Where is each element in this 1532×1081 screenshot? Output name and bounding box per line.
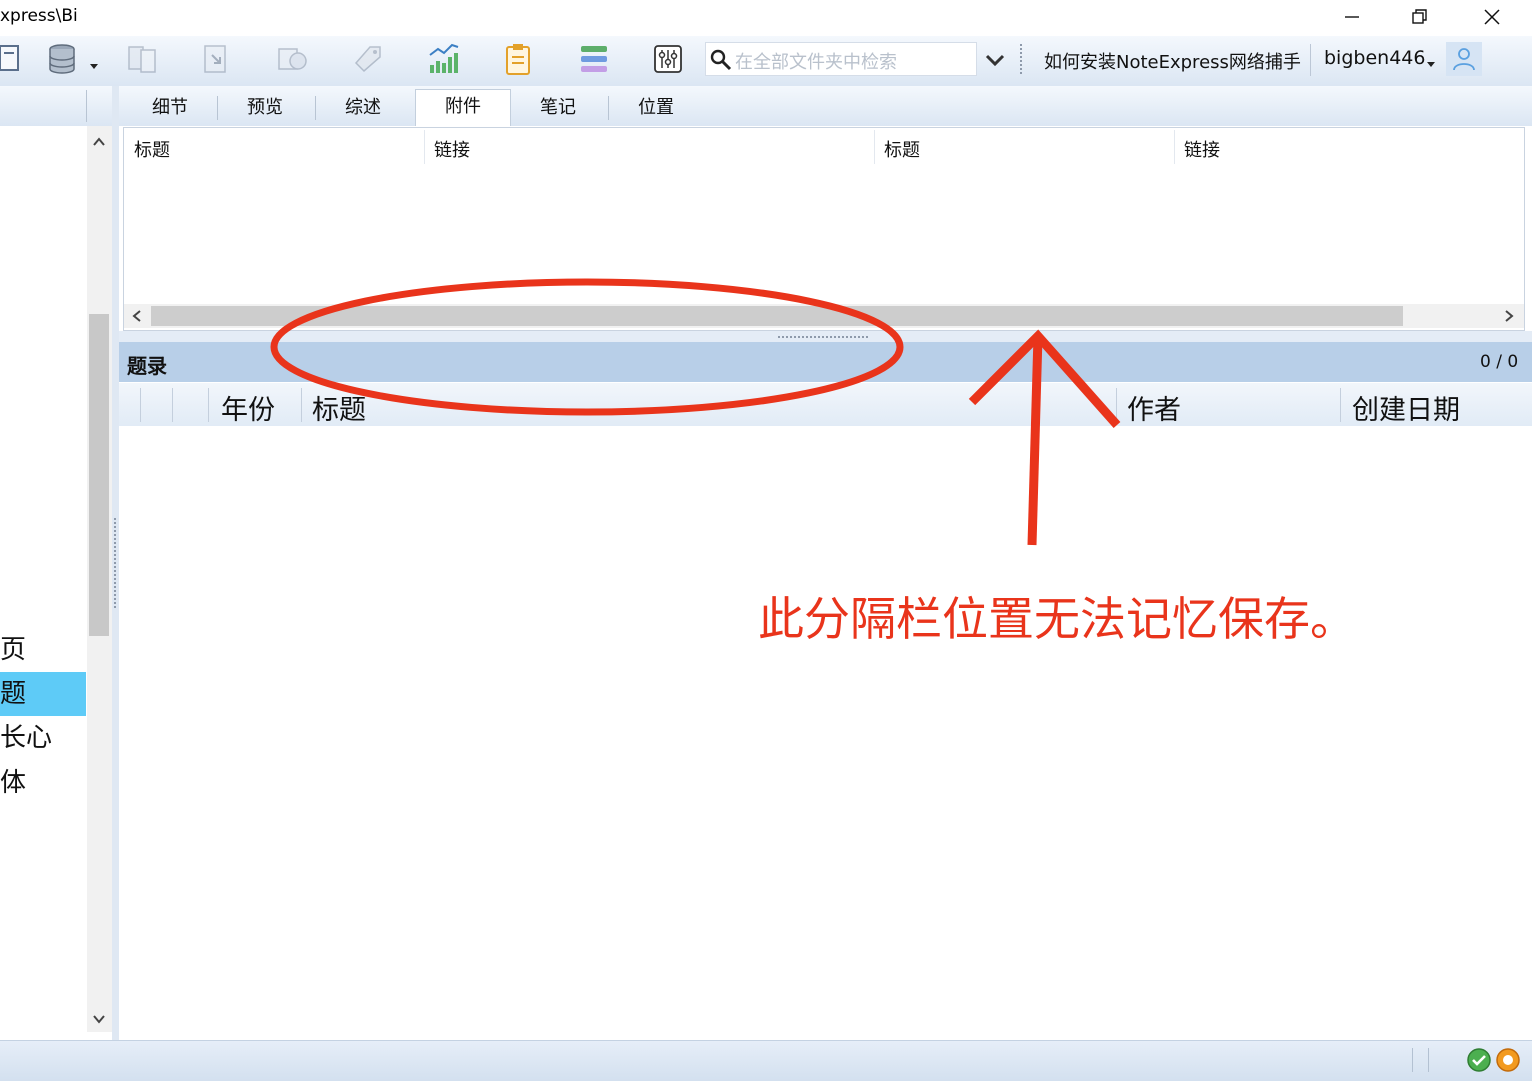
scroll-left-button[interactable] <box>129 308 145 328</box>
tab-separator <box>608 96 609 120</box>
search-icon <box>709 48 733 76</box>
layers-icon <box>581 46 607 72</box>
tab-preview[interactable]: 预览 <box>219 92 311 124</box>
column-separator[interactable] <box>1340 388 1341 422</box>
tab-separator <box>315 96 316 120</box>
column-header-year[interactable]: 年份 <box>221 388 275 427</box>
sync-ok-icon[interactable] <box>1466 1047 1492 1077</box>
attachment-grid[interactable] <box>123 127 1525 331</box>
search-dropdown[interactable] <box>983 48 1007 76</box>
toolbar-separator <box>1310 44 1311 76</box>
layers-button[interactable] <box>574 40 614 78</box>
column-separator[interactable] <box>208 388 209 422</box>
export-icon <box>204 45 226 73</box>
chevron-down-icon <box>985 54 1005 67</box>
chevron-left-icon <box>132 310 141 322</box>
tag-icon <box>354 46 381 73</box>
column-header-link[interactable]: 链接 <box>434 136 470 162</box>
database-button[interactable] <box>42 40 82 78</box>
clipboard-icon <box>506 44 530 75</box>
column-separator[interactable] <box>424 130 425 164</box>
document-button[interactable] <box>0 40 26 78</box>
chevron-right-icon <box>1505 310 1514 322</box>
clipboard-button[interactable] <box>498 40 538 78</box>
tab-notes[interactable]: 笔记 <box>512 92 604 124</box>
export-button[interactable] <box>196 40 236 78</box>
restore-button[interactable] <box>1390 0 1450 34</box>
help-link[interactable]: 如何安装NoteExpress网络捕手 <box>1044 48 1301 74</box>
column-header-author[interactable]: 作者 <box>1127 388 1181 427</box>
scroll-up-button[interactable] <box>91 134 107 154</box>
chevron-up-icon <box>93 137 105 146</box>
user-avatar-button[interactable] <box>1446 42 1482 76</box>
title-bar <box>0 0 1532 36</box>
convert-icon <box>278 48 307 70</box>
user-icon <box>1453 48 1475 71</box>
tree-item-selected[interactable]: 题 <box>0 672 86 716</box>
splitter-grip <box>778 336 868 338</box>
records-title: 题录 <box>127 354 167 378</box>
chevron-down-icon <box>93 1015 105 1024</box>
tab-separator <box>217 96 218 120</box>
scroll-right-button[interactable] <box>1501 308 1517 328</box>
column-header-title[interactable]: 标题 <box>134 136 170 162</box>
tree-item[interactable]: 体 <box>0 761 86 805</box>
user-menu[interactable]: bigben446 <box>1324 47 1425 69</box>
scroll-down-button[interactable] <box>91 1011 107 1031</box>
column-separator[interactable] <box>301 388 302 422</box>
tree-item[interactable]: 页 <box>0 628 86 672</box>
caret-down-icon <box>1427 62 1435 67</box>
column-separator[interactable] <box>140 388 141 422</box>
restore-icon <box>1412 9 1427 24</box>
records-header <box>119 342 1532 382</box>
column-header-title[interactable]: 标题 <box>884 136 920 162</box>
records-count: 0 / 0 <box>1480 352 1519 372</box>
annotation-text: 此分隔栏位置无法记忆保存。 <box>758 592 1356 646</box>
tab-attachments[interactable]: 附件 <box>415 89 511 126</box>
column-header-title[interactable]: 标题 <box>312 388 366 427</box>
close-button[interactable] <box>1462 0 1522 34</box>
status-separator <box>1412 1048 1413 1072</box>
window-title: xpress\Bi <box>0 6 78 26</box>
close-icon <box>1484 9 1500 25</box>
user-dropdown-caret[interactable] <box>1427 53 1435 72</box>
column-separator[interactable] <box>1116 388 1117 422</box>
horizontal-scrollbar-thumb[interactable] <box>151 306 1403 326</box>
compare-button[interactable] <box>122 40 162 78</box>
chart-button[interactable] <box>424 40 464 78</box>
tab-location[interactable]: 位置 <box>610 92 702 124</box>
folder-tree[interactable] <box>0 126 87 1032</box>
notification-icon[interactable] <box>1495 1047 1521 1077</box>
tree-item[interactable]: 长心 <box>0 716 86 760</box>
status-separator <box>1428 1048 1429 1072</box>
splitter-grip <box>114 518 116 608</box>
minimize-icon <box>1345 16 1359 18</box>
caret-down-icon <box>90 64 98 69</box>
compare-icon <box>128 46 156 73</box>
records-list[interactable] <box>119 426 1532 1040</box>
left-header-separator <box>86 90 87 122</box>
settings-sliders-button[interactable] <box>648 40 688 78</box>
tab-details[interactable]: 细节 <box>124 92 216 124</box>
left-scrollbar-thumb[interactable] <box>89 314 109 636</box>
database-icon <box>49 44 75 74</box>
tab-summary[interactable]: 综述 <box>317 92 409 124</box>
database-dropdown[interactable] <box>89 56 99 75</box>
tag-button[interactable] <box>348 40 388 78</box>
left-panel-header <box>0 86 113 127</box>
minimize-button[interactable] <box>1322 0 1382 34</box>
column-header-created-date[interactable]: 创建日期 <box>1352 388 1460 427</box>
settings-sliders-icon <box>654 45 682 73</box>
column-header-link[interactable]: 链接 <box>1184 136 1220 162</box>
search-placeholder: 在全部文件夹中检索 <box>735 52 897 73</box>
convert-button[interactable] <box>272 40 312 78</box>
column-separator[interactable] <box>172 388 173 422</box>
chart-icon <box>429 43 459 73</box>
document-icon <box>0 45 19 71</box>
column-separator[interactable] <box>874 130 875 164</box>
toolbar-grip <box>1020 44 1022 76</box>
status-bar <box>0 1040 1532 1081</box>
column-separator[interactable] <box>1174 130 1175 164</box>
